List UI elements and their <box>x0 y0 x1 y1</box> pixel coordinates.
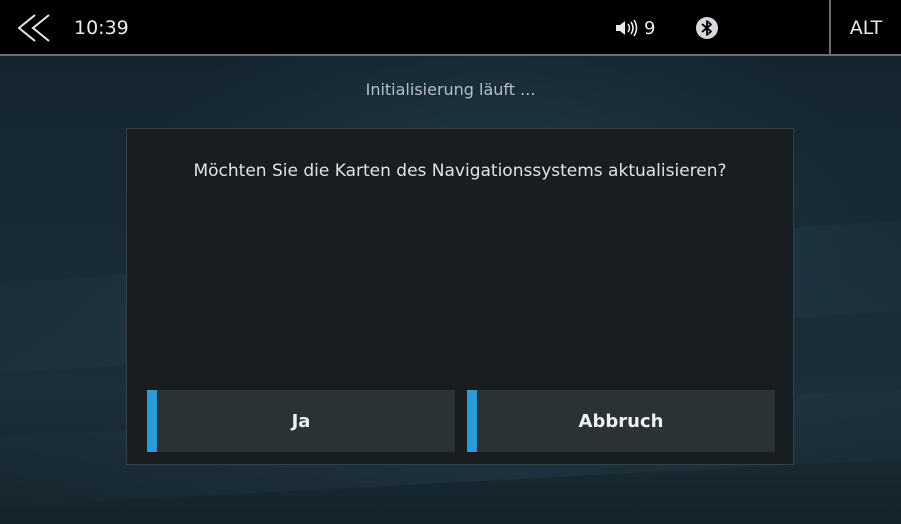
cancel-button-label: Abbruch <box>578 410 664 432</box>
initialization-status: Initialisierung läuft ... <box>365 80 536 99</box>
speaker-icon <box>616 19 638 37</box>
double-chevron-left-icon <box>17 14 50 42</box>
button-accent-bar <box>467 390 477 452</box>
volume-indicator[interactable]: 9 <box>614 0 655 56</box>
navigation-screen: 10:39 9 ALT Initialisierung läuft ... Mö… <box>0 0 901 524</box>
dialog-message: Möchten Sie die Karten des Navigationssy… <box>193 161 727 181</box>
back-button[interactable] <box>6 8 70 48</box>
status-bar: 10:39 9 ALT <box>0 0 901 56</box>
yes-button[interactable]: Ja <box>147 390 455 452</box>
yes-button-label: Ja <box>291 410 311 432</box>
update-maps-dialog: Möchten Sie die Karten des Navigationssy… <box>126 128 794 465</box>
button-accent-bar <box>147 390 157 452</box>
cancel-button[interactable]: Abbruch <box>467 390 775 452</box>
alt-button[interactable]: ALT <box>831 0 901 54</box>
bluetooth-icon <box>696 17 718 39</box>
clock: 10:39 <box>74 17 129 39</box>
volume-level: 9 <box>644 17 656 39</box>
